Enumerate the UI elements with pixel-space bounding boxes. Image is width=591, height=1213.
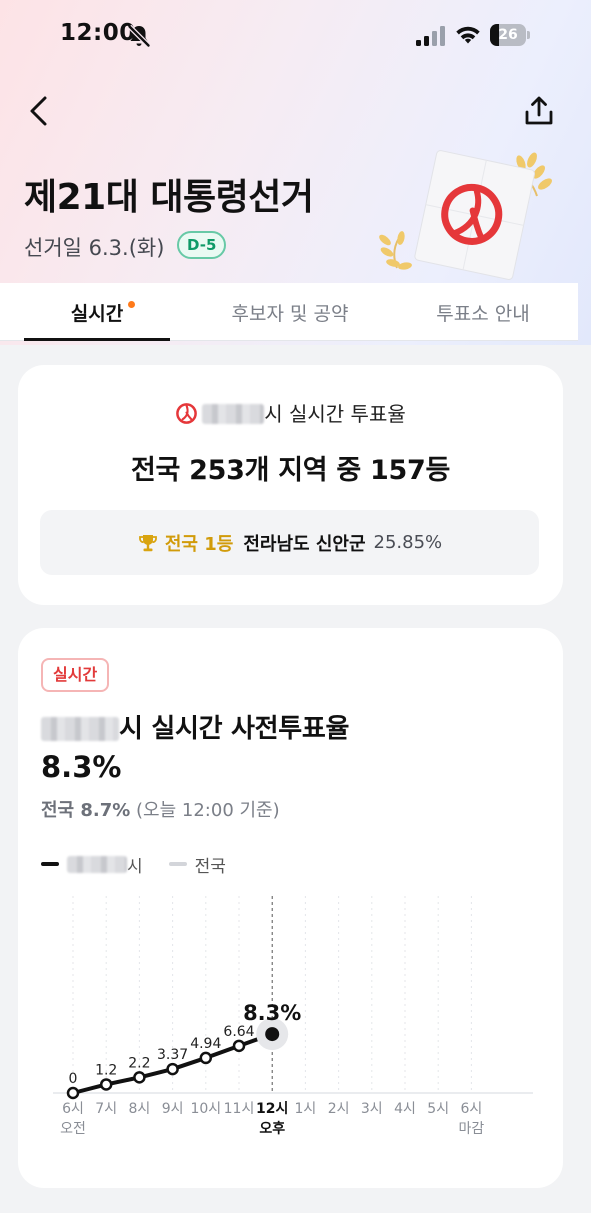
tab-realtime[interactable]: 실시간: [24, 283, 170, 341]
current-rate: 8.3%: [41, 750, 122, 784]
tab-candidates-label: 후보자 및 공약: [231, 302, 349, 325]
notification-dot: [128, 301, 135, 308]
x-tick-label: 1시: [295, 1101, 317, 1117]
x-tick-sublabel: 오후: [259, 1121, 285, 1137]
legend-local-label: 시: [127, 856, 143, 877]
tab-bar: 실시간 후보자 및 공약 투표소 안내: [0, 283, 578, 341]
x-tick-label: 9시: [162, 1101, 184, 1117]
national-rate: 전국 8.7%: [41, 800, 131, 821]
x-tick-label: 12시: [256, 1101, 288, 1117]
x-tick-sublabel: 마감: [459, 1121, 485, 1137]
turnout-line-text: 시 실시간 투표율: [264, 402, 406, 426]
x-tick-label: 4시: [394, 1101, 416, 1117]
rank-text: 전국 253개 지역 중 157등: [130, 455, 451, 486]
x-tick-label: 11시: [224, 1101, 255, 1117]
election-date: 선거일 6.3.(화): [24, 236, 165, 260]
redacted-region: [41, 717, 119, 741]
data-point: [265, 1027, 280, 1042]
data-point: [166, 1062, 179, 1076]
data-label: 0: [69, 1071, 78, 1087]
redacted-region: [67, 855, 127, 873]
page-title: 제21대 대통령선거: [24, 177, 314, 218]
ballot-illustration: [379, 150, 552, 280]
x-tick-sublabel: 오전: [60, 1121, 86, 1137]
bell-slash-icon: [127, 24, 151, 48]
x-tick-label: 6시: [62, 1101, 84, 1117]
top-region-name: 전라남도 신안군: [243, 533, 366, 555]
data-point: [232, 1039, 246, 1053]
tab-polling-places-label: 투표소 안내: [436, 302, 530, 325]
chart-legend: 시 전국: [41, 853, 226, 877]
top-region-box: 전국 1등 전라남도 신안군 25.85%: [40, 510, 539, 575]
national-rate-line: 전국 8.7% (오늘 12:00 기준): [41, 796, 280, 822]
cellular-signal-icon: [416, 26, 445, 46]
data-label: 4.94: [190, 1036, 221, 1052]
chart-title: 시 실시간 사전투표율: [41, 708, 349, 745]
data-label: 2.2: [128, 1055, 150, 1071]
x-tick-label: 6시: [461, 1101, 483, 1117]
redacted-region: [202, 404, 265, 424]
data-point: [66, 1086, 80, 1100]
turnout-rank-card: 시 실시간 투표율 전국 253개 지역 중 157등 전국 1등 전라남도 신…: [18, 365, 563, 605]
active-tab-underline: [24, 338, 170, 341]
vote-mark-icon: [176, 403, 198, 424]
x-tick-label: 3시: [361, 1101, 383, 1117]
top-rank-label: 전국 1등: [164, 533, 234, 555]
x-tick-label: 2시: [328, 1101, 350, 1117]
tab-candidates[interactable]: 후보자 및 공약: [215, 283, 365, 341]
data-label: 8.3%: [243, 1001, 301, 1025]
data-label: 1.2: [95, 1062, 117, 1078]
data-point: [99, 1078, 113, 1091]
trophy-icon: [138, 534, 157, 551]
tab-realtime-label: 실시간: [70, 302, 124, 325]
wheat-left-icon: [379, 231, 412, 270]
tab-polling-places[interactable]: 투표소 안내: [415, 283, 551, 341]
x-tick-label: 8시: [129, 1101, 151, 1117]
legend-swatch-local: [41, 862, 59, 866]
wifi-icon: [456, 26, 480, 44]
dday-badge: D-5: [177, 231, 227, 259]
early-voting-chart-card: 실시간 시 실시간 사전투표율 8.3% 전국 8.7% (오늘 12:00 기…: [18, 628, 563, 1188]
turnout-line-chart: 6시오전 7시 8시 9시 10시 11시 12시오후 1시 2시 3시 4시 5시 6시마감 0 1.2 2…: [53, 896, 533, 1137]
data-label: 3.37: [157, 1047, 188, 1063]
top-region-rate: 25.85%: [373, 532, 443, 553]
turnout-line: 시 실시간 투표율: [18, 398, 563, 427]
back-arrow-icon[interactable]: [26, 95, 54, 127]
x-tick-label: 10시: [190, 1101, 221, 1117]
data-point: [133, 1071, 146, 1084]
legend-swatch-national: [168, 862, 187, 866]
status-time: 12:00: [60, 20, 136, 46]
data-label: 6.64: [223, 1024, 254, 1040]
data-point: [199, 1051, 213, 1065]
x-tick-label: 7시: [95, 1101, 117, 1117]
chart-title-text: 시 실시간 사전투표율: [119, 714, 350, 744]
live-badge: 실시간: [41, 658, 110, 692]
share-icon[interactable]: [522, 94, 556, 128]
status-bar: 12:00 26: [0, 16, 591, 56]
legend-national-label: 전국: [194, 856, 226, 877]
national-rate-note: (오늘 12:00 기준): [130, 800, 280, 821]
battery-level-text: 26: [498, 27, 518, 43]
battery-indicator: 26: [490, 24, 530, 46]
x-tick-label: 5시: [427, 1101, 449, 1117]
